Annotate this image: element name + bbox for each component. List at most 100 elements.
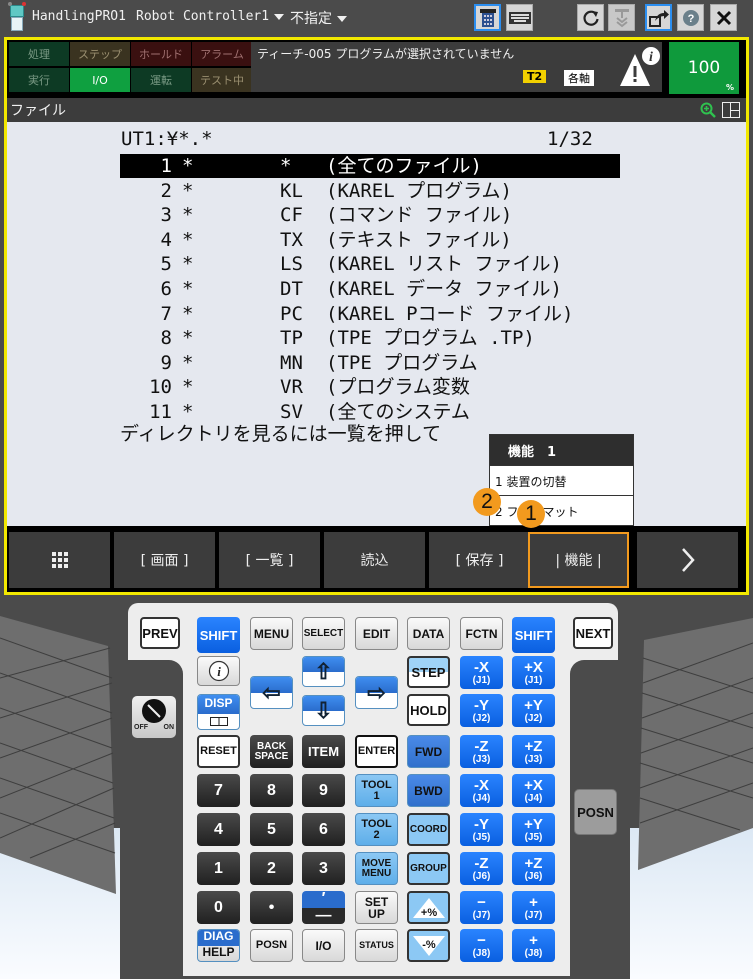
enter-key[interactable]: ENTER [355,735,398,768]
bwd-key[interactable]: BWD [407,774,450,807]
arrow-down-icon: ⇩ [314,697,333,723]
help-button[interactable]: ? [677,4,704,31]
file-type-row[interactable]: 2 * KL (KAREL プログラム) [120,179,620,203]
file-type-row[interactable]: 4 * TX (テキスト ファイル) [120,228,620,252]
edit-key[interactable]: EDIT [355,617,398,650]
jog-minus-key[interactable]: -Y (J5) [460,813,503,846]
mode-dropdown[interactable]: 不指定 [290,8,347,28]
back-space-key[interactable]: BACK SPACE [250,735,293,768]
data-key[interactable]: DATA [407,617,450,650]
fctn-key[interactable]: FCTN [460,617,503,650]
file-type-row[interactable]: 1 * * (全てのファイル) [120,154,620,178]
file-type-row[interactable]: 7 * PC (KAREL Pコード ファイル) [120,302,620,326]
group-key[interactable]: GROUP [407,852,450,885]
teach-pendant-button[interactable] [474,4,501,31]
fwd-key[interactable]: FWD [407,735,450,768]
controller-dropdown[interactable]: Robot Controller1 [136,9,285,24]
file-type-row[interactable]: 8 * TP (TPE プログラム .TP) [120,326,620,350]
tool1-key[interactable]: TOOL 1 [355,774,398,807]
reset-key[interactable]: RESET [197,735,240,768]
jog-plus-key[interactable]: +Y (J2) [512,694,555,727]
undock-button[interactable] [645,4,672,31]
key-1[interactable]: 1 [197,852,240,885]
warning-info-icon[interactable]: i [619,44,663,88]
minus-percent-key[interactable]: -% [407,929,450,962]
popup-item-switch-device[interactable]: 1 装置の切替 [490,465,633,495]
teach-enable-switch[interactable]: OFF ON [132,696,176,738]
fkey-screen[interactable]: [ 画面 ] [114,532,215,588]
item-key[interactable]: ITEM [302,735,345,768]
posn-key[interactable]: POSN [250,929,293,962]
arrow-up-key[interactable]: ⇧ [302,656,345,687]
jog-plus-key[interactable]: +X (J4) [512,774,555,807]
jog-plus-key[interactable]: +Y (J5) [512,813,555,846]
arrow-left-key[interactable]: ⇦ [250,676,293,709]
key-dot[interactable]: • [250,891,293,924]
fkey-directory[interactable]: [ 一覧 ] [219,532,320,588]
jog-plus-key[interactable]: + (J7) [512,891,555,924]
disp-key[interactable]: DISP [197,694,240,730]
jog-plus-key[interactable]: +X (J1) [512,656,555,689]
fkey-load[interactable]: 読込 [324,532,425,588]
key-9[interactable]: 9 [302,774,345,807]
shift-right-key[interactable]: SHIFT [512,617,555,653]
file-type-row[interactable]: 5 * LS (KAREL リスト ファイル) [120,252,620,276]
step-key[interactable]: STEP [407,656,450,688]
coord-key[interactable]: COORD [407,813,450,846]
jog-minus-key[interactable]: -Y (J2) [460,694,503,727]
key-3[interactable]: 3 [302,852,345,885]
key-0[interactable]: 0 [197,891,240,924]
jog-plus-key[interactable]: + (J8) [512,929,555,962]
status-key[interactable]: STATUS [355,929,398,962]
move-menu-key[interactable]: MOVE MENU [355,852,398,885]
zoom-in-icon[interactable] [700,102,716,118]
file-type-row[interactable]: 3 * CF (コマンド ファイル) [120,203,620,227]
split-screen-icon[interactable] [722,102,740,118]
shift-left-key[interactable]: SHIFT [197,617,240,653]
fkey-save[interactable]: [ 保存 ] [429,532,530,588]
next-key[interactable]: NEXT [573,617,613,649]
file-type-row[interactable]: 6 * DT (KAREL データ ファイル) [120,277,620,301]
key-6[interactable]: 6 [302,813,345,846]
prev-key[interactable]: PREV [140,617,180,649]
fkey-next-page[interactable] [637,532,738,588]
hold-key[interactable]: HOLD [407,694,450,726]
help-icon: ? [682,9,699,26]
diag-help-key[interactable]: DIAG HELP [197,929,240,962]
fkey-menu[interactable] [9,532,110,588]
arrow-right-key[interactable]: ⇨ [355,676,398,709]
speed-override[interactable]: 100 % [669,42,739,94]
jog-minus-key[interactable]: − (J8) [460,929,503,962]
close-button[interactable] [710,4,737,31]
file-type-row[interactable]: 9 * MN (TPE プログラム [120,351,620,375]
setup-key[interactable]: SET UP [355,891,398,924]
posn-side-key[interactable]: POSN [574,789,617,835]
menu-key[interactable]: MENU [250,617,293,650]
jog-plus-key[interactable]: +Z (J3) [512,735,555,768]
key-5[interactable]: 5 [250,813,293,846]
jog-minus-key[interactable]: − (J7) [460,891,503,924]
tool2-key[interactable]: TOOL 2 [355,813,398,846]
jog-minus-key[interactable]: -X (J4) [460,774,503,807]
select-key[interactable]: SELECT [302,617,345,650]
refresh-button[interactable] [577,4,604,31]
key-7[interactable]: 7 [197,774,240,807]
info-key[interactable]: i [197,656,240,686]
key-4[interactable]: 4 [197,813,240,846]
minus-comma-key[interactable]: ′ — [302,891,345,924]
plus-percent-key[interactable]: +% [407,891,450,924]
file-type-row[interactable]: 10 * VR (プログラム変数 [120,375,620,399]
arrow-down-key[interactable]: ⇩ [302,695,345,726]
jog-plus-key[interactable]: +Z (J6) [512,852,555,885]
svg-text:-%: -% [422,939,436,951]
keyboard-button[interactable] [506,4,533,31]
jog-button[interactable] [608,4,635,31]
fkey-function[interactable]: | 機能 | [528,532,629,588]
key-2[interactable]: 2 [250,852,293,885]
jog-minus-key[interactable]: -Z (J3) [460,735,503,768]
popup-item-format[interactable]: 2 フォーマット [490,495,633,525]
io-key[interactable]: I/O [302,929,345,962]
jog-minus-key[interactable]: -Z (J6) [460,852,503,885]
key-8[interactable]: 8 [250,774,293,807]
jog-minus-key[interactable]: -X (J1) [460,656,503,689]
